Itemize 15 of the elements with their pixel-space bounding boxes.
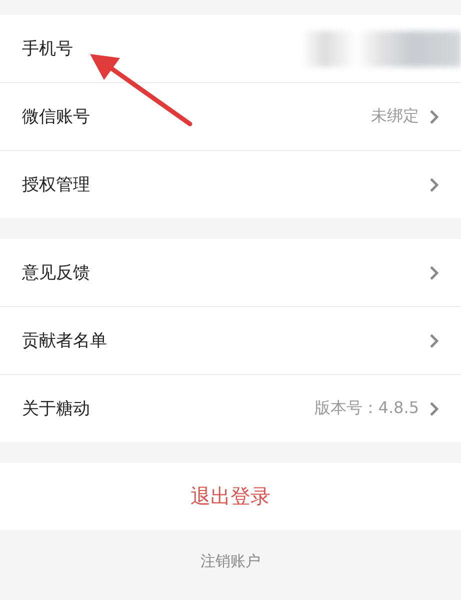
settings-row[interactable]: 手机号 bbox=[0, 15, 461, 83]
row-label: 意见反馈 bbox=[22, 262, 90, 284]
row-label: 手机号 bbox=[22, 38, 73, 60]
logout-button[interactable]: 退出登录 bbox=[0, 463, 461, 530]
row-label: 关于糖动 bbox=[22, 398, 90, 420]
settings-row[interactable]: 授权管理 bbox=[0, 151, 461, 218]
row-value: 未绑定 bbox=[371, 106, 419, 127]
settings-row[interactable]: 意见反馈 bbox=[0, 239, 461, 307]
settings-row[interactable]: 微信账号 未绑定 bbox=[0, 83, 461, 151]
row-label: 贡献者名单 bbox=[22, 330, 107, 352]
settings-row[interactable]: 关于糖动 版本号：4.8.5 bbox=[0, 375, 461, 442]
row-label: 微信账号 bbox=[22, 106, 90, 128]
row-value: 版本号：4.8.5 bbox=[314, 398, 419, 419]
row-label: 授权管理 bbox=[22, 174, 90, 196]
settings-row[interactable]: 贡献者名单 bbox=[0, 307, 461, 375]
